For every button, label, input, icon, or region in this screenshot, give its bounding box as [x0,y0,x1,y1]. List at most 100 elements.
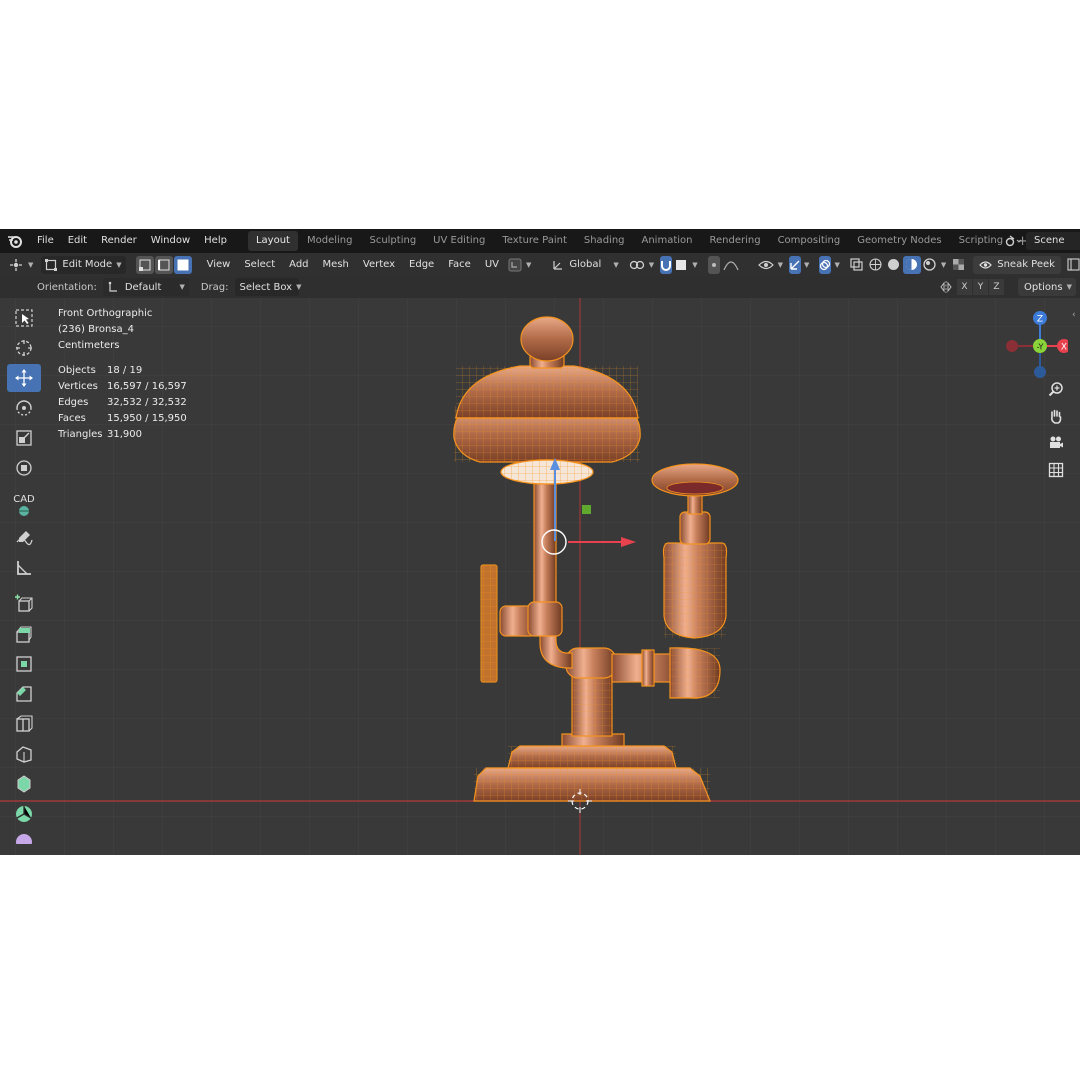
spin-tool[interactable] [7,800,41,828]
gizmo-toggle[interactable] [789,255,802,274]
menu-view[interactable]: View [200,259,238,270]
stat-value: 32,532 / 32,532 [107,397,187,408]
snap-toggle[interactable] [660,255,673,274]
menu-help[interactable]: Help [197,229,234,253]
menu-edge[interactable]: Edge [402,259,441,270]
rotate-tool[interactable] [7,394,41,422]
loop-cut-tool[interactable] [7,710,41,738]
tab-modeling[interactable]: Modeling [299,231,361,251]
cursor-tool[interactable] [7,334,41,362]
add-cube-tool[interactable] [7,590,41,618]
camera-icon[interactable] [1045,432,1067,454]
proportional-editing-toggle[interactable] [707,255,720,274]
xray-toggle[interactable] [850,256,863,274]
poly-build-tool[interactable] [7,770,41,798]
chevron-down-icon[interactable]: ▼ [804,261,809,269]
tab-scripting[interactable]: Scripting [951,231,1011,251]
rendered-shading-button[interactable] [921,256,939,274]
tee-joint [565,647,617,679]
sidebar-toggle-icon[interactable]: ‹ [1072,308,1080,322]
tab-layout[interactable]: Layout [247,231,298,251]
menu-uv[interactable]: UV [478,259,506,270]
cad-tool[interactable]: CAD [7,490,41,522]
annotate-tool[interactable] [7,524,41,552]
smooth-tool[interactable] [7,830,41,844]
editor-type-selector[interactable]: ▼ [8,258,33,272]
menu-add[interactable]: Add [282,259,315,270]
material-preview-button[interactable] [902,255,921,274]
solid-shading-button[interactable] [885,256,903,274]
tab-geometry-nodes[interactable]: Geometry Nodes [849,231,949,251]
3d-viewport[interactable]: CAD Front Orthographic (236) Bronsa_4 Ce… [0,298,1080,855]
scale-tool[interactable] [7,424,41,452]
tab-texture-paint[interactable]: Texture Paint [494,231,575,251]
snap-target-dropdown[interactable]: ▼ [674,258,698,272]
menu-render[interactable]: Render [94,229,144,253]
falloff-curve-icon [723,260,739,270]
transform-tool[interactable] [7,454,41,482]
zoom-icon[interactable] [1045,378,1067,400]
menu-file[interactable]: File [30,229,61,253]
navigation-gizmo[interactable]: Z X -Y [1000,302,1071,378]
tab-rendering[interactable]: Rendering [701,231,768,251]
vertex-select-button[interactable] [135,255,154,274]
mirror-icon[interactable] [939,280,953,294]
blender-logo-icon[interactable] [0,229,30,253]
tab-shading[interactable]: Shading [576,231,633,251]
stem-collar [527,601,563,637]
knife-tool[interactable] [7,740,41,768]
base-plinth-wire [474,768,710,801]
drag-dropdown[interactable]: Select Box ▼ [235,278,302,296]
move-tool[interactable] [7,364,41,392]
sneak-peek-button[interactable]: Sneak Peek [973,255,1061,274]
grid-view-icon[interactable] [1045,459,1067,481]
tool-settings-bar: Orientation: Default ▼ Drag: Select Box … [0,276,1080,298]
dither-toggle[interactable] [952,256,965,274]
visibility-dropdown[interactable]: ▼ [757,258,783,272]
transform-orientation-dropdown[interactable]: Global ▼ [551,258,619,272]
top-menu-bar: File Edit Render Window Help Layout Mode… [0,229,1080,253]
scene-name[interactable]: Scene [1026,232,1080,250]
orientation-dropdown[interactable]: Default ▼ [102,278,189,296]
mirror-y-button[interactable]: Y [973,279,989,295]
drag-label: Drag: [200,281,229,293]
pan-hand-icon[interactable] [1045,405,1067,427]
menu-edit[interactable]: Edit [61,229,94,253]
inset-tool[interactable] [7,650,41,678]
select-mode-group [135,255,192,274]
add-cube-icon [15,594,33,612]
right-tank-neck [679,511,711,545]
transform-orientation-label: Global [569,259,602,270]
chevron-down-icon[interactable]: ▼ [941,261,946,269]
viewport-stats-overlay: Front Orthographic (236) Bronsa_4 Centim… [58,306,187,443]
overlays-toggle[interactable] [819,255,832,274]
tab-animation[interactable]: Animation [634,231,701,251]
chevron-down-icon[interactable]: ▼ [834,261,839,269]
options-dropdown[interactable]: Options ▼ [1018,278,1076,296]
tab-sculpting[interactable]: Sculpting [361,231,424,251]
proportional-falloff-dropdown[interactable] [722,258,740,272]
scene-selector[interactable]: Scene [1005,232,1080,250]
tab-uv-editing[interactable]: UV Editing [425,231,493,251]
menu-select[interactable]: Select [237,259,282,270]
menu-mesh[interactable]: Mesh [316,259,356,270]
edge-select-button[interactable] [154,255,173,274]
extrude-tool[interactable] [7,620,41,648]
axis-neg-z-handle [1034,366,1046,378]
tab-compositing[interactable]: Compositing [770,231,849,251]
extra-panel-button[interactable] [1067,258,1080,271]
mode-dropdown[interactable]: Edit Mode ▼ [41,255,126,274]
pivot-point-dropdown[interactable]: ▼ [629,258,654,272]
bevel-tool[interactable] [7,680,41,708]
mirror-z-button[interactable]: Z [989,279,1005,295]
measure-tool[interactable] [7,554,41,582]
menu-window[interactable]: Window [144,229,197,253]
face-select-button[interactable] [173,255,192,274]
menu-vertex[interactable]: Vertex [356,259,402,270]
wireframe-shading-button[interactable] [867,256,885,274]
menu-face[interactable]: Face [441,259,478,270]
solid-icon [888,259,900,270]
mirror-x-button[interactable]: X [957,279,973,295]
uv-sync-toggle[interactable]: ▼ [508,258,531,272]
select-box-tool[interactable] [7,304,41,332]
